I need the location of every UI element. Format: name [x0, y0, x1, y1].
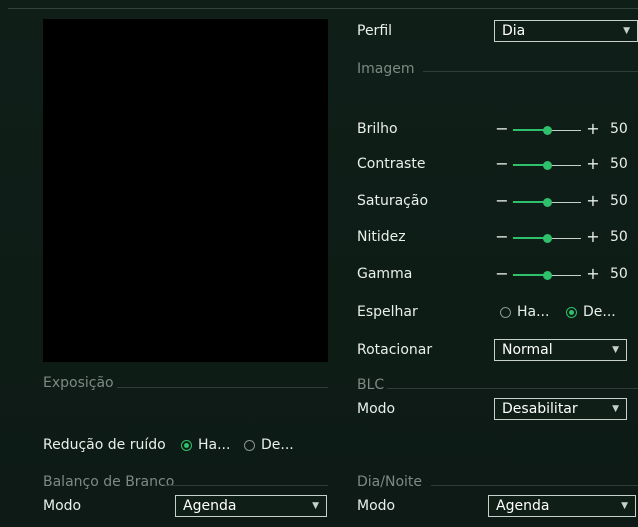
- brightness-label: Brilho: [357, 121, 398, 137]
- plus-icon[interactable]: +: [586, 191, 600, 210]
- gamma-label: Gamma: [357, 266, 413, 282]
- image-section-title: Imagem: [357, 61, 415, 77]
- blc-mode-select[interactable]: Desabilitar ▼: [494, 398, 627, 420]
- slider-value: 50: [610, 229, 628, 245]
- day-night-mode-value: Agenda: [496, 498, 550, 514]
- top-divider: [8, 8, 638, 9]
- slider-fill: [513, 164, 547, 166]
- chevron-down-icon: ▼: [312, 501, 319, 511]
- white-balance-section-divider: [165, 485, 328, 486]
- minus-icon[interactable]: −: [495, 227, 509, 246]
- slider-handle[interactable]: [543, 161, 552, 170]
- plus-icon[interactable]: +: [586, 119, 600, 138]
- white-balance-mode-label: Modo: [43, 498, 82, 514]
- slider-value: 50: [610, 193, 628, 209]
- exposure-section-title: Exposição: [43, 375, 114, 391]
- radio-circle-icon: [500, 307, 511, 318]
- white-balance-mode-select[interactable]: Agenda ▼: [175, 495, 327, 517]
- slider-fill: [513, 201, 547, 203]
- slider-fill: [513, 274, 547, 276]
- gamma-slider[interactable]: − + 50: [495, 264, 635, 284]
- slider-handle[interactable]: [543, 198, 552, 207]
- radio-label: De...: [583, 304, 616, 320]
- radio-checked-icon: [566, 307, 577, 318]
- chevron-down-icon: ▼: [623, 26, 630, 36]
- blc-mode-value: Desabilitar: [502, 401, 578, 417]
- slider-fill: [513, 237, 547, 239]
- contrast-slider[interactable]: − + 50: [495, 154, 635, 174]
- radio-label: De...: [261, 437, 294, 453]
- noise-radio-disable[interactable]: De...: [244, 437, 302, 455]
- video-preview: [43, 19, 328, 362]
- blc-section-divider: [387, 388, 638, 389]
- mirror-label: Espelhar: [357, 304, 418, 320]
- slider-fill: [513, 129, 547, 131]
- day-night-section-title: Dia/Noite: [357, 474, 422, 490]
- day-night-mode-select[interactable]: Agenda ▼: [488, 495, 636, 517]
- profile-select-value: Dia: [502, 23, 526, 39]
- minus-icon[interactable]: −: [495, 264, 509, 283]
- minus-icon[interactable]: −: [495, 154, 509, 173]
- day-night-mode-label: Modo: [357, 498, 396, 514]
- radio-checked-icon: [181, 440, 192, 451]
- rotate-select[interactable]: Normal ▼: [494, 339, 627, 361]
- contrast-label: Contraste: [357, 156, 426, 172]
- mirror-radio-enable[interactable]: Ha...: [500, 304, 560, 322]
- day-night-section-divider: [431, 485, 638, 486]
- white-balance-mode-value: Agenda: [183, 498, 237, 514]
- slider-handle[interactable]: [543, 234, 552, 243]
- slider-value: 50: [610, 266, 628, 282]
- sharpness-slider[interactable]: − + 50: [495, 227, 635, 247]
- blc-section-title: BLC: [357, 377, 385, 393]
- profile-label: Perfil: [357, 23, 393, 39]
- slider-handle[interactable]: [543, 126, 552, 135]
- brightness-slider[interactable]: − + 50: [495, 119, 635, 139]
- profile-select[interactable]: Dia ▼: [494, 20, 638, 42]
- camera-image-settings-panel: Perfil Dia ▼ Imagem Brilho − + 50 Contra…: [0, 0, 638, 527]
- slider-value: 50: [610, 156, 628, 172]
- slider-value: 50: [610, 121, 628, 137]
- image-section-divider: [423, 71, 638, 72]
- slider-handle[interactable]: [543, 271, 552, 280]
- white-balance-section-title: Balanço de Branco: [43, 474, 175, 490]
- saturation-slider[interactable]: − + 50: [495, 191, 635, 211]
- exposure-section-divider: [117, 387, 328, 388]
- blc-mode-label: Modo: [357, 401, 396, 417]
- noise-radio-enable[interactable]: Ha...: [181, 437, 239, 455]
- minus-icon[interactable]: −: [495, 191, 509, 210]
- minus-icon[interactable]: −: [495, 119, 509, 138]
- plus-icon[interactable]: +: [586, 227, 600, 246]
- chevron-down-icon: ▼: [612, 404, 619, 414]
- rotate-select-value: Normal: [502, 342, 553, 358]
- radio-label: Ha...: [198, 437, 231, 453]
- mirror-radio-disable[interactable]: De...: [566, 304, 628, 322]
- sharpness-label: Nitidez: [357, 229, 406, 245]
- plus-icon[interactable]: +: [586, 154, 600, 173]
- saturation-label: Saturação: [357, 193, 429, 209]
- chevron-down-icon: ▼: [612, 345, 619, 355]
- noise-reduction-label: Redução de ruído: [43, 437, 166, 453]
- radio-label: Ha...: [517, 304, 550, 320]
- chevron-down-icon: ▼: [621, 501, 628, 511]
- radio-circle-icon: [244, 440, 255, 451]
- plus-icon[interactable]: +: [586, 264, 600, 283]
- rotate-label: Rotacionar: [357, 342, 433, 358]
